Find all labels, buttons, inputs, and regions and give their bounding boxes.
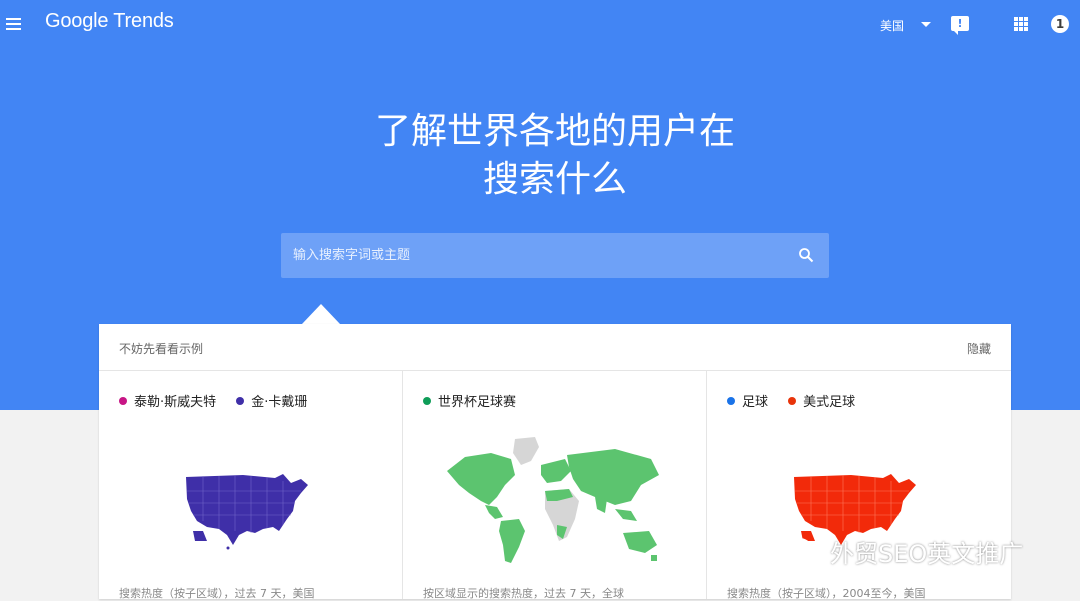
legend-dot	[423, 397, 431, 405]
headline-line-1: 了解世界各地的用户在	[374, 111, 735, 152]
legend-dot	[727, 397, 735, 405]
legend-item: 足球	[727, 391, 768, 410]
apps-icon[interactable]	[1014, 17, 1028, 31]
card-legend: 泰勒·斯威夫特 金·卡戴珊	[119, 391, 323, 410]
caret-down-icon[interactable]	[921, 22, 931, 27]
feedback-icon[interactable]: !	[951, 16, 969, 35]
example-card[interactable]: 泰勒·斯威夫特 金·卡戴珊 搜索热度（按子区域），过去 7 天，美国	[99, 371, 403, 600]
legend-label: 泰勒·斯威夫特	[134, 395, 217, 410]
google-trends-logo[interactable]: Google Trends	[45, 10, 174, 33]
page-headline: 了解世界各地的用户在 搜索什么	[0, 108, 1080, 204]
legend-dot	[236, 397, 245, 405]
search-icon[interactable]	[798, 247, 814, 263]
legend-label: 世界杯足球赛	[438, 395, 517, 410]
legend-label: 美式足球	[803, 395, 856, 410]
wechat-icon	[782, 537, 825, 566]
legend-dot	[119, 397, 127, 405]
legend-item: 美式足球	[788, 391, 855, 410]
hide-button[interactable]: 隐藏	[967, 340, 991, 357]
legend-item: 金·卡戴珊	[236, 391, 307, 410]
avatar[interactable]: 1	[1051, 15, 1069, 33]
legend-label: 足球	[742, 395, 769, 410]
legend-dot	[788, 397, 797, 405]
example-card[interactable]: 世界杯足球赛 按区域显示的搜索热度，过去 7 天，全球	[403, 371, 707, 600]
legend-item: 世界杯足球赛	[423, 391, 516, 410]
usa-map	[186, 474, 308, 550]
legend-item: 泰勒·斯威夫特	[119, 391, 216, 410]
examples-title: 不妨先看看示例	[119, 342, 204, 356]
panel-pointer	[302, 304, 340, 324]
card-legend: 世界杯足球赛	[423, 391, 532, 410]
world-map	[447, 437, 659, 563]
examples-panel-header: 不妨先看看示例 隐藏	[99, 324, 1011, 371]
legend-label: 金·卡戴珊	[251, 395, 308, 410]
region-selector-label[interactable]: 美国	[880, 17, 904, 34]
search-box[interactable]	[281, 233, 829, 278]
watermark-text: 外贸SEO英文推广	[830, 540, 1024, 568]
card-legend: 足球 美式足球	[727, 391, 871, 410]
headline-line-2: 搜索什么	[482, 159, 627, 200]
search-input[interactable]	[281, 233, 793, 278]
menu-icon[interactable]	[6, 15, 24, 33]
